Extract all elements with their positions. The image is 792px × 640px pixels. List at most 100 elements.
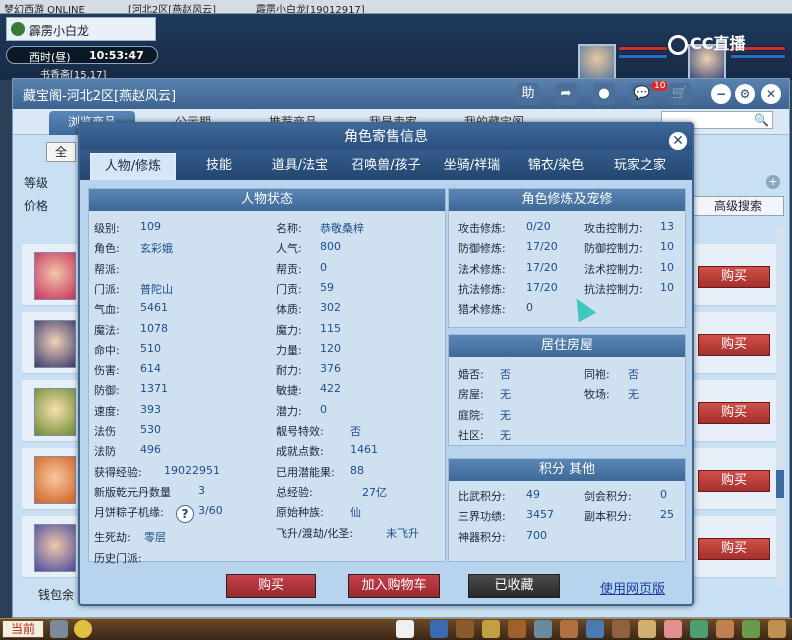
cultivation-label: 抗法控制力:: [584, 282, 643, 296]
stat-value: 0: [320, 260, 327, 274]
buy-button[interactable]: 购买: [698, 538, 770, 560]
help-button[interactable]: 助: [517, 83, 539, 105]
stat-value: 5461: [140, 301, 168, 315]
help-icon[interactable]: ?: [176, 505, 194, 523]
team-icon[interactable]: [534, 620, 552, 638]
stat-label: 历史门派:: [94, 552, 142, 565]
pet-menu-icon[interactable]: [560, 620, 578, 638]
buy-button[interactable]: 购买: [698, 334, 770, 356]
character-name-tab[interactable]: 霹雳小白龙: [6, 17, 156, 41]
stat-label: 名称:: [276, 222, 302, 235]
system-icon[interactable]: [742, 620, 760, 638]
panel-title: 角色修炼及宠修: [449, 189, 685, 211]
hp-bar: [618, 46, 668, 51]
buy-button[interactable]: 购买: [226, 574, 316, 598]
message-icon[interactable]: 💬: [631, 83, 653, 105]
channel-current-button[interactable]: 当前: [2, 620, 44, 638]
buy-button[interactable]: 购买: [698, 470, 770, 492]
add-filter-icon[interactable]: +: [766, 175, 780, 189]
scores-value: 0: [660, 488, 667, 501]
stat-value: 0: [320, 402, 327, 416]
tab-player-home[interactable]: 玩家之家: [600, 153, 680, 180]
advanced-search-button[interactable]: 高级搜索: [692, 196, 784, 216]
tab-outfits[interactable]: 锦衣/染色: [516, 153, 596, 180]
stat-label: 原始种族:: [276, 506, 324, 520]
stat-value: 614: [140, 362, 161, 376]
stat-value: 88: [350, 463, 364, 477]
tab-pets[interactable]: 召唤兽/孩子: [344, 153, 428, 180]
cultivation-value: 17/20: [526, 260, 558, 274]
scores-label: 副本积分:: [584, 510, 632, 524]
browser-tab-1[interactable]: 梦幻西游 ONLINE: [4, 1, 85, 13]
stat-value: 27亿: [362, 485, 387, 499]
stat-label: 角色:: [94, 242, 120, 256]
cultivation-value: 17/20: [526, 240, 558, 254]
use-web-version-link[interactable]: 使用网页版: [600, 578, 665, 597]
stat-value: 仙: [350, 506, 361, 520]
pet-icon[interactable]: [396, 620, 414, 638]
buy-button[interactable]: 购买: [698, 266, 770, 288]
avatar[interactable]: [578, 44, 616, 80]
character-thumbnail[interactable]: [34, 524, 76, 572]
guild-icon[interactable]: [612, 620, 630, 638]
stat-label: 帮贡:: [276, 262, 302, 276]
panel-title: 人物状态: [89, 189, 445, 211]
add-to-cart-button[interactable]: 加入购物车: [348, 574, 440, 598]
stream-watermark: CC直播: [668, 30, 746, 55]
tab-character[interactable]: 人物/修炼: [90, 153, 176, 180]
panel-title: 居住房屋: [449, 335, 685, 357]
scrollbar-thumb[interactable]: [776, 470, 784, 498]
tab-items[interactable]: 道具/法宝: [260, 153, 340, 180]
scores-label: 神器积分:: [458, 530, 506, 544]
panel-title: 积分 其他: [449, 459, 685, 481]
notification-badge: 10: [651, 81, 669, 91]
minimize-icon[interactable]: −: [711, 84, 731, 104]
cart-icon[interactable]: 🛒: [669, 83, 691, 105]
scores-value: 49: [526, 488, 540, 501]
close-icon[interactable]: ✕: [761, 84, 781, 104]
tab-mounts[interactable]: 坐骑/祥瑞: [432, 153, 512, 180]
favorited-button[interactable]: 已收藏: [468, 574, 560, 598]
emoji-icon[interactable]: [74, 620, 92, 638]
stat-label: 级别:: [94, 222, 120, 235]
browser-tab-3[interactable]: 霹雳小白龙[19012917]: [256, 1, 365, 13]
pet-mp-bar: [730, 54, 786, 59]
filter-all-button[interactable]: 全: [46, 142, 76, 162]
rank-icon[interactable]: [716, 620, 734, 638]
stat-value: 393: [140, 402, 161, 416]
task-icon[interactable]: [586, 620, 604, 638]
trade-house-icon[interactable]: [690, 620, 708, 638]
settings-gear-icon[interactable]: ⚙: [735, 84, 755, 104]
character-thumbnail[interactable]: [34, 320, 76, 368]
stat-label: 防御:: [94, 384, 120, 398]
scores-label: 比武积分:: [458, 490, 506, 503]
character-name: 霹雳小白龙: [29, 24, 90, 38]
trade-icon[interactable]: [508, 620, 526, 638]
record-icon[interactable]: ●: [593, 83, 615, 105]
character-thumbnail[interactable]: [34, 456, 76, 504]
friends-icon[interactable]: [664, 620, 682, 638]
quest-icon[interactable]: [638, 620, 656, 638]
browser-tab-2[interactable]: [河北2区[燕赵风云]: [128, 1, 216, 13]
character-thumbnail[interactable]: [34, 388, 76, 436]
buy-button[interactable]: 购买: [698, 402, 770, 424]
character-thumbnail[interactable]: [34, 252, 76, 300]
microphone-icon[interactable]: [50, 620, 68, 638]
stat-value: 109: [140, 220, 161, 233]
stat-label: 人气:: [276, 242, 302, 256]
search-icon[interactable]: 🔍: [754, 113, 769, 127]
housing-value: 无: [500, 428, 511, 442]
share-icon[interactable]: ➦: [555, 83, 577, 105]
mp-bar: [618, 54, 668, 59]
item-icon[interactable]: [456, 620, 474, 638]
tab-skills[interactable]: 技能: [184, 153, 254, 180]
stat-value: 510: [140, 341, 161, 355]
attack-icon[interactable]: [430, 620, 448, 638]
close-icon[interactable]: ✕: [668, 131, 688, 151]
cultivation-value: 0: [526, 301, 533, 315]
give-icon[interactable]: [482, 620, 500, 638]
settings-icon[interactable]: [768, 620, 786, 638]
stat-value: 59: [320, 280, 334, 294]
cultivation-label: 法术修炼:: [458, 262, 506, 276]
scrollbar[interactable]: [776, 226, 784, 586]
